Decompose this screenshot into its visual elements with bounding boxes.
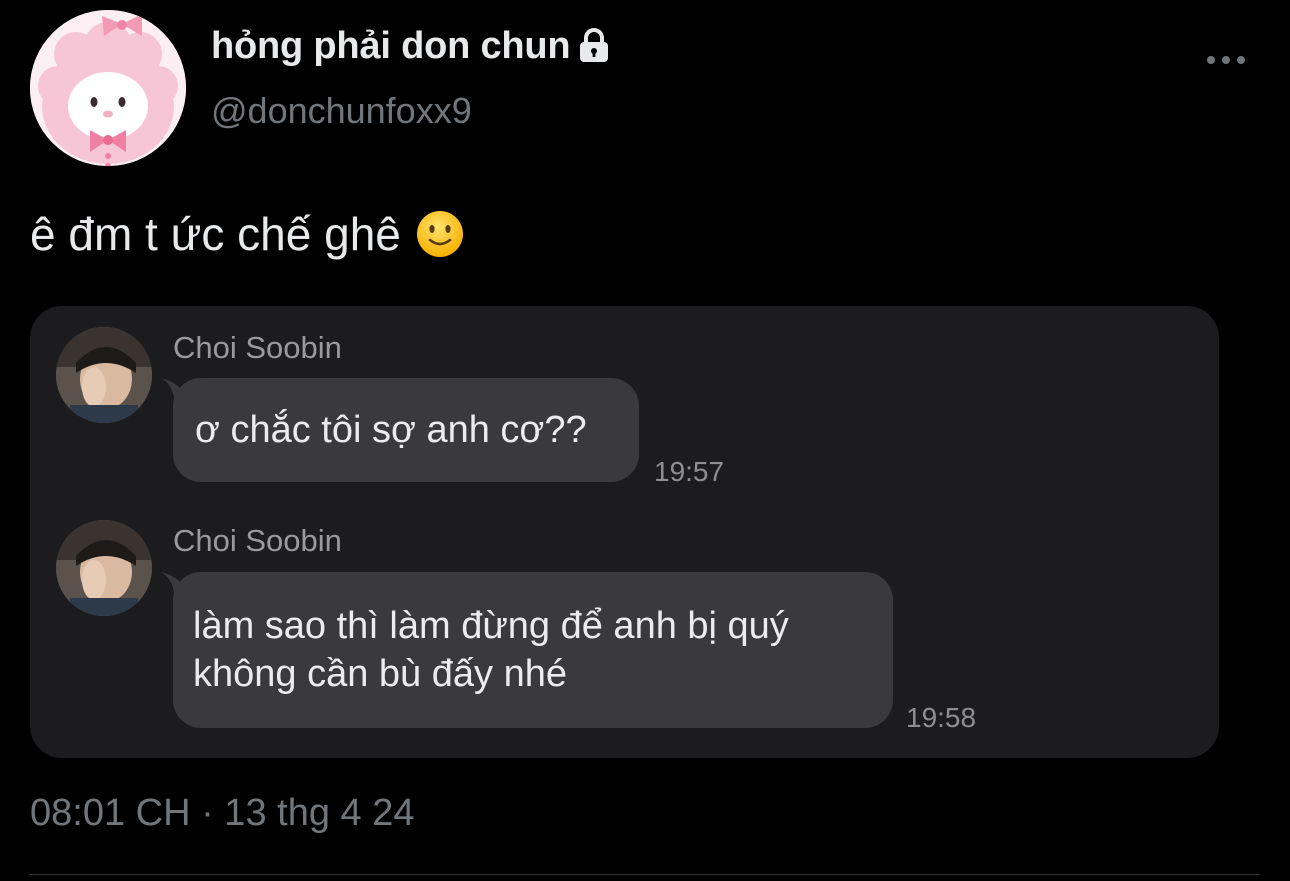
message-line: không cần bù đấy nhé xyxy=(193,653,567,695)
message-bubble: ơ chắc tôi sợ anh cơ?? xyxy=(161,378,639,482)
message-time: 19:58 xyxy=(906,702,977,733)
author-name-row: hỏng phải don chun xyxy=(211,22,612,70)
bubble-tail xyxy=(161,378,191,408)
author-display-name[interactable]: hỏng phải don chun xyxy=(211,25,571,68)
tweet-text: ê đm t ức chế ghê xyxy=(30,204,465,264)
sender-name: Choi Soobin xyxy=(173,523,342,558)
author-handle[interactable]: @donchunfoxx9 xyxy=(211,90,472,132)
media-attachment[interactable]: Choi Soobin ơ chắc tôi sợ anh cơ?? 19:57… xyxy=(30,306,1219,758)
divider xyxy=(30,874,1260,875)
message-line: ơ chắc tôi sợ anh cơ?? xyxy=(195,409,587,451)
message-time: 19:57 xyxy=(654,456,725,487)
message-bubble: làm sao thì làm đừng để anh bị quý không… xyxy=(161,572,893,728)
more-options-button[interactable] xyxy=(1198,40,1254,80)
tweet-timestamp[interactable]: 08:01 CH · 13 thg 4 24 xyxy=(30,792,414,835)
sender-avatar xyxy=(56,520,152,616)
tweet-text-content: ê đm t ức chế ghê xyxy=(30,208,401,260)
more-horizontal-icon xyxy=(1207,56,1245,64)
lock-icon xyxy=(580,28,609,62)
bubble-tail xyxy=(161,572,191,602)
slightly-smiling-face-icon xyxy=(416,211,463,257)
my-melody-avatar-icon xyxy=(30,10,186,166)
profile-photo-icon xyxy=(56,520,152,616)
sender-avatar xyxy=(56,327,152,423)
sender-name: Choi Soobin xyxy=(173,330,342,365)
profile-photo-icon xyxy=(56,327,152,423)
message-line: làm sao thì làm đừng để anh bị quý xyxy=(193,605,789,647)
author-avatar[interactable] xyxy=(30,10,186,166)
